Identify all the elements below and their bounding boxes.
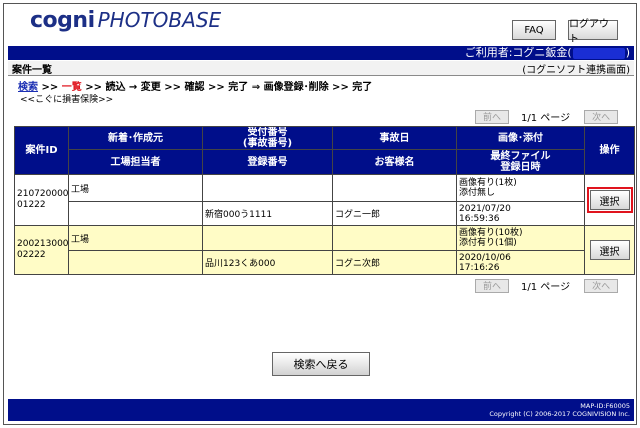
- image-cell: 画像有り(1枚) 添付無し: [456, 174, 585, 202]
- masked-username: [572, 47, 625, 59]
- header-last-file-label: 最終ファイル: [490, 151, 551, 162]
- creator-cell: 工場: [68, 174, 203, 202]
- table-row: 新宿000う1111 コグニ一郎 2021/07/20 16:59:36: [15, 201, 635, 226]
- footer: MAP-ID:F60005 Copyright (C) 2006-2017 CO…: [8, 399, 634, 421]
- prev-page-button[interactable]: 前へ: [475, 109, 509, 124]
- reg-no-cell: 品川123くあ000: [202, 250, 333, 275]
- header-reg-date: 登録日時: [500, 162, 541, 173]
- integration-label: (コグニソフト連携画面): [522, 64, 630, 76]
- header-accident-date: 事故日: [332, 126, 457, 150]
- back-to-search-button[interactable]: 検索へ戻る: [272, 352, 370, 376]
- reg-time: 17:16:26: [459, 262, 500, 273]
- header-creator: 新着･作成元: [68, 126, 203, 150]
- logo-cogni-text: cogni: [30, 8, 95, 33]
- prev-page-button[interactable]: 前へ: [475, 278, 509, 293]
- reg-date-cell: 2021/07/20 16:59:36: [456, 201, 585, 226]
- logout-button[interactable]: ログアウト: [568, 19, 618, 45]
- customer-cell: コグニ次郎: [332, 250, 457, 275]
- accident-date-cell: [332, 174, 457, 202]
- step-rest: >> 読込 → 変更 >> 確認 >> 完了 ⇒ 画像登録･削除 >> 完了: [81, 82, 373, 93]
- staff-cell: [68, 201, 203, 226]
- reg-no-cell: 新宿000う1111: [202, 201, 333, 226]
- creator-cell: 工場: [68, 225, 203, 251]
- insurer-name: <<こぐに損害保険>>: [20, 95, 114, 105]
- pager-top: 前へ 1/1 ページ 次へ: [475, 109, 619, 124]
- case-id-line2: 02222: [17, 250, 46, 260]
- page-info: 1/1 ページ: [521, 282, 571, 293]
- header-case-id: 案件ID: [14, 126, 69, 175]
- faq-button[interactable]: FAQ: [512, 20, 556, 40]
- page-frame: cogni PHOTOBASE FAQ ログアウト ご利用者:コグニ鈑金() 案…: [3, 3, 637, 425]
- next-page-button[interactable]: 次へ: [584, 109, 619, 124]
- header-customer: お客様名: [332, 149, 457, 175]
- receipt-cell: [202, 174, 333, 202]
- user-label-close: ): [625, 46, 630, 59]
- table-row: 2002130000 02222 工場 画像有り(10枚) 添付有り(1個) 選…: [14, 225, 635, 275]
- map-id: MAP-ID:F60005: [580, 402, 630, 410]
- op-cell: 選択: [584, 225, 635, 275]
- header-receipt-no: 受付番号: [247, 127, 288, 139]
- copyright: Copyright (C) 2006-2017 COGNIVISION Inc.: [489, 410, 630, 418]
- staff-cell: [68, 250, 203, 275]
- header-factory-staff: 工場担当者: [68, 149, 203, 175]
- image-status: 画像有り(10枚): [459, 228, 523, 238]
- image-cell: 画像有り(10枚) 添付有り(1個): [456, 225, 585, 251]
- image-status: 画像有り(1枚): [459, 178, 517, 188]
- page-title: 案件一覧: [12, 64, 52, 76]
- table-row: 品川123くあ000 コグニ次郎 2020/10/06 17:16:26: [15, 250, 635, 275]
- header-last-file: 最終ファイル 登録日時: [456, 149, 585, 175]
- op-cell: 選択: [584, 174, 635, 226]
- logo-photobase-text: PHOTOBASE: [97, 8, 222, 32]
- header-receipt-number: 受付番号 (事故番号): [202, 126, 333, 150]
- case-table: 案件ID 新着･作成元 受付番号 (事故番号) 事故日 画像･添付 操作 工場担…: [14, 126, 635, 275]
- reg-date: 2020/10/06: [459, 252, 511, 263]
- attach-status: 添付有り(1個): [459, 238, 517, 248]
- case-id-line1: 2107200000: [17, 189, 69, 199]
- header-reg-number: 登録番号: [202, 149, 333, 175]
- pager-bottom: 前へ 1/1 ページ 次へ: [475, 278, 619, 293]
- case-id-cell: 2002130000 02222: [14, 225, 69, 275]
- reg-date-cell: 2020/10/06 17:16:26: [456, 250, 585, 275]
- table-row: 2107200000 01222 工場 画像有り(1枚) 添付無し 選択: [14, 174, 635, 226]
- attach-status: 添付無し: [459, 188, 496, 198]
- accident-date-cell: [332, 225, 457, 251]
- receipt-cell: [202, 225, 333, 251]
- select-button[interactable]: 選択: [589, 240, 630, 260]
- header-operation: 操作: [584, 126, 635, 175]
- reg-time: 16:59:36: [459, 213, 500, 224]
- header-accident-no: (事故番号): [242, 138, 293, 149]
- page-info: 1/1 ページ: [521, 113, 571, 124]
- title-bar: 案件一覧 (コグニソフト連携画面): [8, 61, 634, 76]
- user-label: ご利用者:コグニ鈑金(: [464, 46, 572, 59]
- case-id-line2: 01222: [17, 200, 46, 210]
- cogni-photobase-logo: cogni PHOTOBASE: [30, 8, 221, 36]
- reg-date: 2021/07/20: [459, 203, 511, 214]
- user-bar: ご利用者:コグニ鈑金(): [8, 46, 634, 60]
- customer-cell: コグニ一郎: [332, 201, 457, 226]
- header-image-attach: 画像･添付: [456, 126, 585, 150]
- case-id-line1: 2002130000: [17, 239, 69, 249]
- next-page-button[interactable]: 次へ: [584, 278, 619, 293]
- select-button[interactable]: 選択: [586, 187, 633, 213]
- step-breadcrumb: 検索 >> 一覧 >> 読込 → 変更 >> 確認 >> 完了 ⇒ 画像登録･削…: [18, 78, 372, 93]
- case-id-cell: 2107200000 01222: [14, 174, 69, 226]
